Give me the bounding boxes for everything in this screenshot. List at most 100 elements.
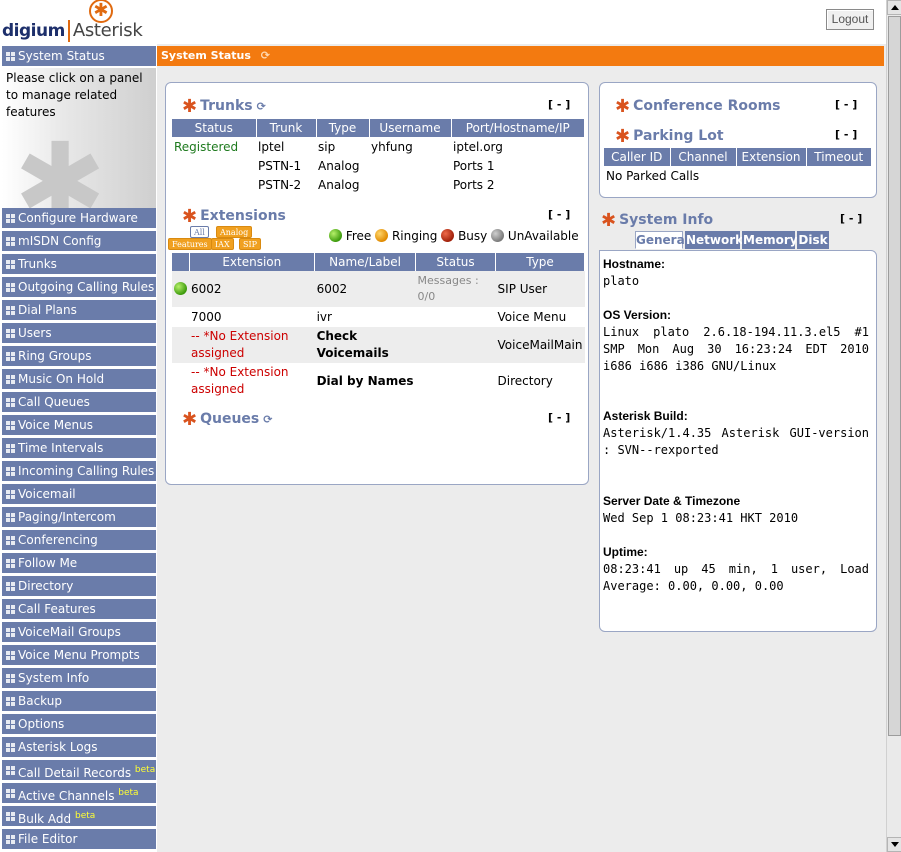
trunk-name: lptel (258, 139, 285, 154)
tab-memory[interactable]: Memory (742, 231, 798, 249)
sidebar-item-system-status[interactable]: System Status (2, 46, 156, 67)
queues-title-label: Queues (200, 411, 260, 427)
extensions-title[interactable]: ✱ Extensions (182, 206, 286, 227)
grid-icon (6, 375, 15, 384)
system-info-collapse-toggle[interactable]: [ - ] (840, 212, 862, 225)
sidebar-item-configure-hardware[interactable]: Configure Hardware (2, 208, 156, 229)
table-row[interactable]: PSTN-1 Analog Ports 1 (172, 156, 585, 175)
grid-icon (6, 398, 15, 407)
server-date-label: Server Date & Timezone (603, 494, 741, 508)
free-status-icon (174, 282, 187, 295)
sidebar-item-voicemail-groups[interactable]: VoiceMail Groups (2, 622, 156, 643)
sidebar-item-outgoing-calling-rules[interactable]: Outgoing Calling Rules (2, 277, 156, 298)
sidebar-item-music-on-hold[interactable]: Music On Hold (2, 369, 156, 390)
table-header-row: Caller ID Channel Extension Timeout (604, 148, 872, 166)
grid-icon (6, 237, 15, 246)
sidebar-item-call-queues[interactable]: Call Queues (2, 392, 156, 413)
system-info-title[interactable]: ✱ System Info (601, 210, 713, 231)
scroll-down-arrow-icon[interactable] (887, 837, 901, 852)
sidebar-item-users[interactable]: Users (2, 323, 156, 344)
tab-network[interactable]: Network (685, 231, 743, 249)
vertical-scrollbar[interactable] (886, 0, 901, 852)
logo-digium-text: digium (2, 21, 65, 41)
trunks-title-label: Trunks (200, 98, 253, 114)
sidebar-item-directory[interactable]: Directory (2, 576, 156, 597)
table-row[interactable]: 7000 ivr Voice Menu (172, 307, 585, 327)
sidebar-item-system-info[interactable]: System Info (2, 668, 156, 689)
sidebar-item-options[interactable]: Options (2, 714, 156, 735)
free-status-icon (329, 229, 342, 242)
table-row[interactable]: PSTN-2 Analog Ports 2 (172, 175, 585, 194)
sidebar-item-voice-menu-prompts[interactable]: Voice Menu Prompts (2, 645, 156, 666)
sidebar-item-conferencing[interactable]: Conferencing (2, 530, 156, 551)
sidebar-item-incoming-calling-rules[interactable]: Incoming Calling Rules (2, 461, 156, 482)
refresh-icon[interactable]: ⟳ (257, 100, 266, 113)
sidebar-item-call-features[interactable]: Call Features (2, 599, 156, 620)
refresh-icon[interactable]: ⟳ (261, 49, 270, 62)
grid-icon (6, 697, 15, 706)
sidebar-item-follow-me[interactable]: Follow Me (2, 553, 156, 574)
filter-sip[interactable]: SIP (239, 238, 262, 250)
trunk-type: Analog (318, 177, 360, 192)
tab-general[interactable]: General (635, 231, 689, 249)
ext-name: 6002 (316, 282, 348, 296)
ext-type: Directory (497, 374, 553, 388)
sidebar-item-label: Directory (18, 579, 74, 593)
filter-analog[interactable]: Analog (216, 226, 253, 238)
filter-all[interactable]: All (190, 226, 209, 238)
sidebar-item-dial-plans[interactable]: Dial Plans (2, 300, 156, 321)
logout-button[interactable]: Logout (826, 9, 874, 30)
trunks-title[interactable]: ✱ Trunks ⟳ (182, 96, 266, 117)
extensions-collapse-toggle[interactable]: [ - ] (548, 208, 570, 221)
table-row[interactable]: Registered lptel sip yhfung iptel.org (172, 137, 585, 156)
table-row[interactable]: -- *No Extension assigned Dial by Names … (172, 363, 585, 399)
grid-icon (6, 214, 15, 223)
ringing-status-icon (375, 229, 389, 242)
asterisk-icon: ✱ (182, 206, 198, 227)
refresh-icon[interactable]: ⟳ (263, 413, 272, 426)
status-cell (172, 271, 189, 307)
grid-icon (6, 628, 15, 637)
digium-asterisk-logo: digium ✱ Asterisk (2, 0, 143, 42)
sidebar-item-call-detail-records[interactable]: Call Detail Records beta (2, 760, 156, 781)
sidebar-item-backup[interactable]: Backup (2, 691, 156, 712)
filter-features[interactable]: Features (168, 238, 212, 250)
table-row[interactable]: 6002 6002 Messages : 0/0 SIP User (172, 271, 585, 307)
queues-title[interactable]: ✱ Queues ⟳ (182, 409, 272, 430)
conference-collapse-toggle[interactable]: [ - ] (835, 98, 857, 111)
sidebar-item-file-editor[interactable]: File Editor (2, 829, 156, 850)
column-header: Timeout (806, 148, 872, 166)
queues-collapse-toggle[interactable]: [ - ] (548, 411, 570, 424)
conference-rooms-title[interactable]: ✱ Conference Rooms (615, 96, 781, 117)
table-header-row: Status Trunk Type Username Port/Hostname… (172, 119, 585, 137)
sidebar-item-misdn-config[interactable]: mISDN Config (2, 231, 156, 252)
sidebar-item-label: Asterisk Logs (18, 740, 98, 754)
sidebar-item-time-intervals[interactable]: Time Intervals (2, 438, 156, 459)
grid-icon (6, 812, 15, 821)
tab-disk[interactable]: Disk (797, 231, 829, 249)
sidebar-item-paging-intercom[interactable]: Paging/Intercom (2, 507, 156, 528)
scroll-up-arrow-icon[interactable] (887, 0, 901, 15)
sidebar-item-bulk-add[interactable]: Bulk Add beta (2, 806, 156, 827)
trunk-username (369, 156, 451, 175)
scrollbar-thumb[interactable] (888, 16, 901, 736)
parking-lot-title[interactable]: ✱ Parking Lot (615, 126, 724, 147)
sidebar-item-label: Voicemail (18, 487, 76, 501)
status-cell (172, 307, 189, 327)
beta-badge: beta (118, 788, 139, 798)
parking-collapse-toggle[interactable]: [ - ] (835, 128, 857, 141)
trunks-collapse-toggle[interactable]: [ - ] (548, 98, 570, 111)
sidebar-item-trunks[interactable]: Trunks (2, 254, 156, 275)
uptime-label: Uptime: (603, 545, 648, 559)
column-header: Extension (189, 253, 316, 271)
ext-name: Dial by Names (316, 374, 414, 388)
beta-badge: beta (75, 811, 96, 821)
table-row[interactable]: -- *No Extension assigned Check Voicemai… (172, 327, 585, 363)
sidebar-item-asterisk-logs[interactable]: Asterisk Logs (2, 737, 156, 758)
sidebar-item-voice-menus[interactable]: Voice Menus (2, 415, 156, 436)
sidebar-item-ring-groups[interactable]: Ring Groups (2, 346, 156, 367)
filter-iax[interactable]: IAX (211, 238, 234, 250)
sidebar-item-active-channels[interactable]: Active Channels beta (2, 783, 156, 804)
sidebar-item-label: Outgoing Calling Rules (18, 280, 155, 294)
sidebar-item-voicemail[interactable]: Voicemail (2, 484, 156, 505)
